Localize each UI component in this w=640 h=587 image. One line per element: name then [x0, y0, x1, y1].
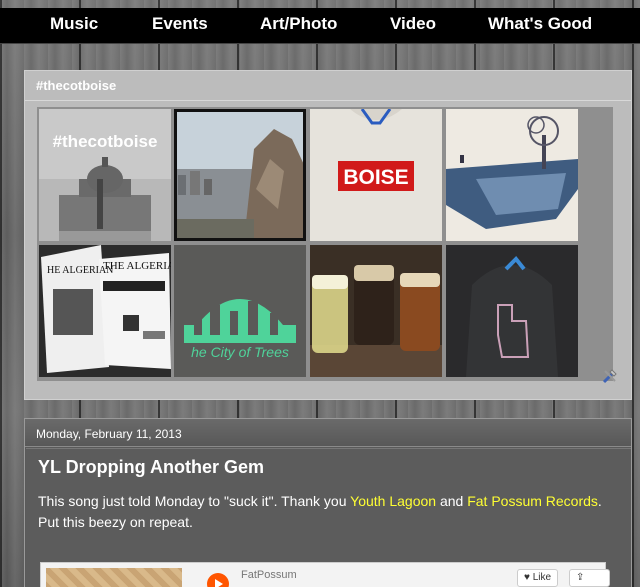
post-body: YL Dropping Another Gem This song just t…: [26, 448, 631, 587]
share-button[interactable]: ⇪ Share: [569, 569, 610, 587]
fat-possum-records-link[interactable]: Fat Possum Records: [467, 493, 598, 509]
nav-item-video[interactable]: Video: [390, 14, 436, 34]
nav-item-events[interactable]: Events: [152, 14, 208, 34]
embed-user-link[interactable]: FatPossum: [241, 569, 297, 581]
tile-caption: #thecotboise: [53, 132, 158, 151]
tile-caption: THE ALGERIAN: [103, 260, 171, 272]
like-button[interactable]: ♥ Like: [517, 569, 559, 587]
play-icon[interactable]: [207, 573, 229, 587]
photo-grid: #thecotboise BOISE HE ALGERIAN THE ALGER…: [37, 107, 613, 381]
top-nav: Music Events Art/Photo Video What's Good: [0, 8, 640, 44]
nav-item-art-photo[interactable]: Art/Photo: [260, 14, 337, 34]
photo-thumb-beer-flight[interactable]: [310, 245, 442, 377]
photo-thumb-algerian-zine[interactable]: HE ALGERIAN THE ALGERIAN: [39, 245, 171, 377]
photo-thumb-city-of-trees[interactable]: he City of Trees: [174, 245, 306, 377]
photo-thumb-city-rock[interactable]: [174, 109, 306, 241]
instagram-widget: #thecotboise #thecotboise BOISE HE ALGER…: [24, 70, 632, 400]
tile-caption: he City of Trees: [191, 344, 289, 360]
photo-thumb-tree-art[interactable]: [446, 109, 578, 241]
widget-divider: [25, 100, 631, 101]
youth-lagoon-link[interactable]: Youth Lagoon: [350, 493, 436, 509]
nav-item-music[interactable]: Music: [50, 14, 98, 34]
soundcloud-embed: FatPossum ♥ Like ⇪ Share: [40, 562, 610, 587]
post-title[interactable]: YL Dropping Another Gem: [38, 457, 264, 478]
photo-thumb-idaho-hoodie[interactable]: [446, 245, 578, 377]
post-text: This song just told Monday to "suck it".…: [38, 491, 618, 533]
photo-thumb-boise-shirt[interactable]: BOISE: [310, 109, 442, 241]
photo-thumb-capitol[interactable]: #thecotboise: [39, 109, 171, 241]
nav-item-whats-good[interactable]: What's Good: [488, 14, 592, 34]
post-text-part: This song just told Monday to "suck it".…: [38, 493, 351, 509]
edit-widget-icon[interactable]: [601, 367, 619, 385]
blog-post: Monday, February 11, 2013 YL Dropping An…: [24, 418, 632, 587]
post-date: Monday, February 11, 2013: [36, 427, 182, 441]
post-date-bar: Monday, February 11, 2013: [25, 419, 631, 447]
tile-caption: BOISE: [343, 166, 408, 189]
widget-title: #thecotboise: [36, 78, 117, 93]
post-text-part: and: [436, 493, 468, 509]
embed-artwork: [46, 568, 182, 587]
